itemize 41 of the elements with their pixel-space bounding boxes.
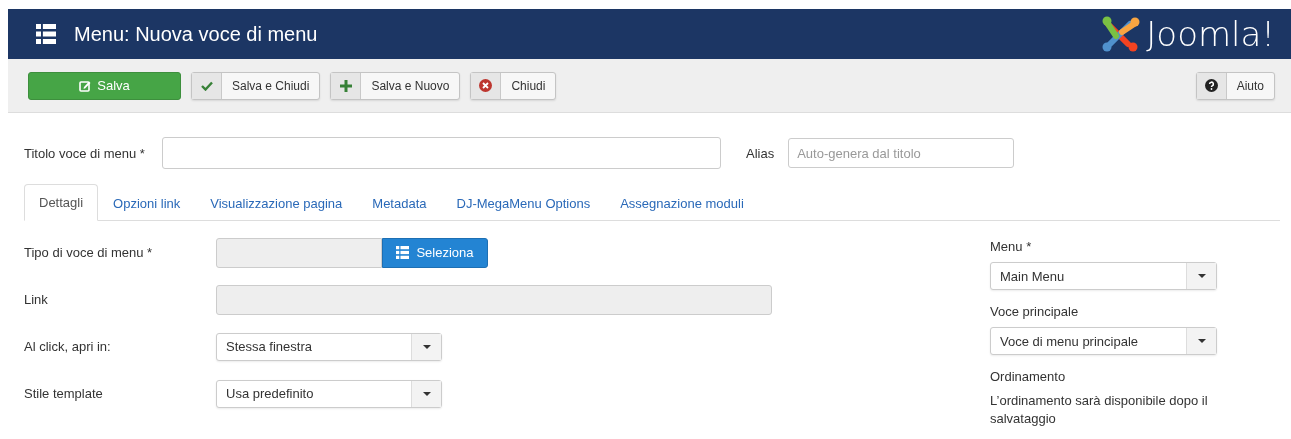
field-label: Voce principale	[990, 304, 1080, 319]
tab[interactable]: DJ-MegaMenu Options	[441, 184, 606, 221]
field-label: Menu *	[990, 239, 1033, 254]
list-icon	[36, 24, 56, 44]
help-icon	[1204, 79, 1218, 92]
plus-icon	[339, 79, 352, 92]
tab[interactable]: Metadata	[357, 184, 442, 221]
save-close-button[interactable]: Salva e Chiudi	[191, 71, 321, 100]
tab[interactable]: Opzioni link	[98, 184, 196, 221]
dropdown[interactable]: Stessa finestra	[216, 332, 442, 361]
field-label: Titolo voce di menu *	[24, 145, 146, 161]
logo-text: Joomla!	[1146, 17, 1275, 51]
dropdown[interactable]: Main Menu	[990, 262, 1217, 290]
caret-icon	[422, 344, 431, 349]
field-label: Alias	[746, 145, 775, 161]
alias-field[interactable]: Auto-genera dal titolo	[788, 138, 1015, 168]
edit-icon	[79, 79, 92, 92]
logo-icon	[1102, 16, 1141, 52]
close-button[interactable]: Chiudi	[470, 71, 557, 100]
check-icon	[200, 80, 213, 91]
field-label: Ordinamento	[990, 369, 1067, 384]
tab[interactable]: Visualizzazione pagina	[195, 184, 358, 221]
field-label: Tipo di voce di menu *	[24, 245, 154, 260]
tab[interactable]: Assegnazione moduli	[605, 184, 759, 221]
list-icon	[396, 246, 410, 259]
close-icon	[479, 79, 493, 92]
caret-icon	[1197, 274, 1206, 278]
help-button[interactable]: Aiuto	[1195, 71, 1275, 100]
save-new-button[interactable]: Salva e Nuovo	[330, 71, 461, 100]
field-label: Link	[24, 292, 49, 307]
dropdown[interactable]: Usa predefinito	[216, 379, 442, 408]
tab[interactable]: Dettagli	[24, 184, 99, 221]
ordering-note: L’ordinamento sarà disponibile dopo il salvataggio	[990, 392, 1209, 428]
page-title: Menu: Nuova voce di menu	[74, 22, 319, 46]
caret-icon	[422, 391, 431, 396]
title-field[interactable]	[162, 137, 721, 169]
field-label: Al click, apri in:	[24, 339, 112, 354]
field-label: Stile template	[24, 386, 104, 401]
caret-icon	[1197, 339, 1206, 343]
dropdown[interactable]: Voce di menu principale	[990, 327, 1217, 355]
select-button[interactable]: Seleziona	[382, 237, 488, 268]
